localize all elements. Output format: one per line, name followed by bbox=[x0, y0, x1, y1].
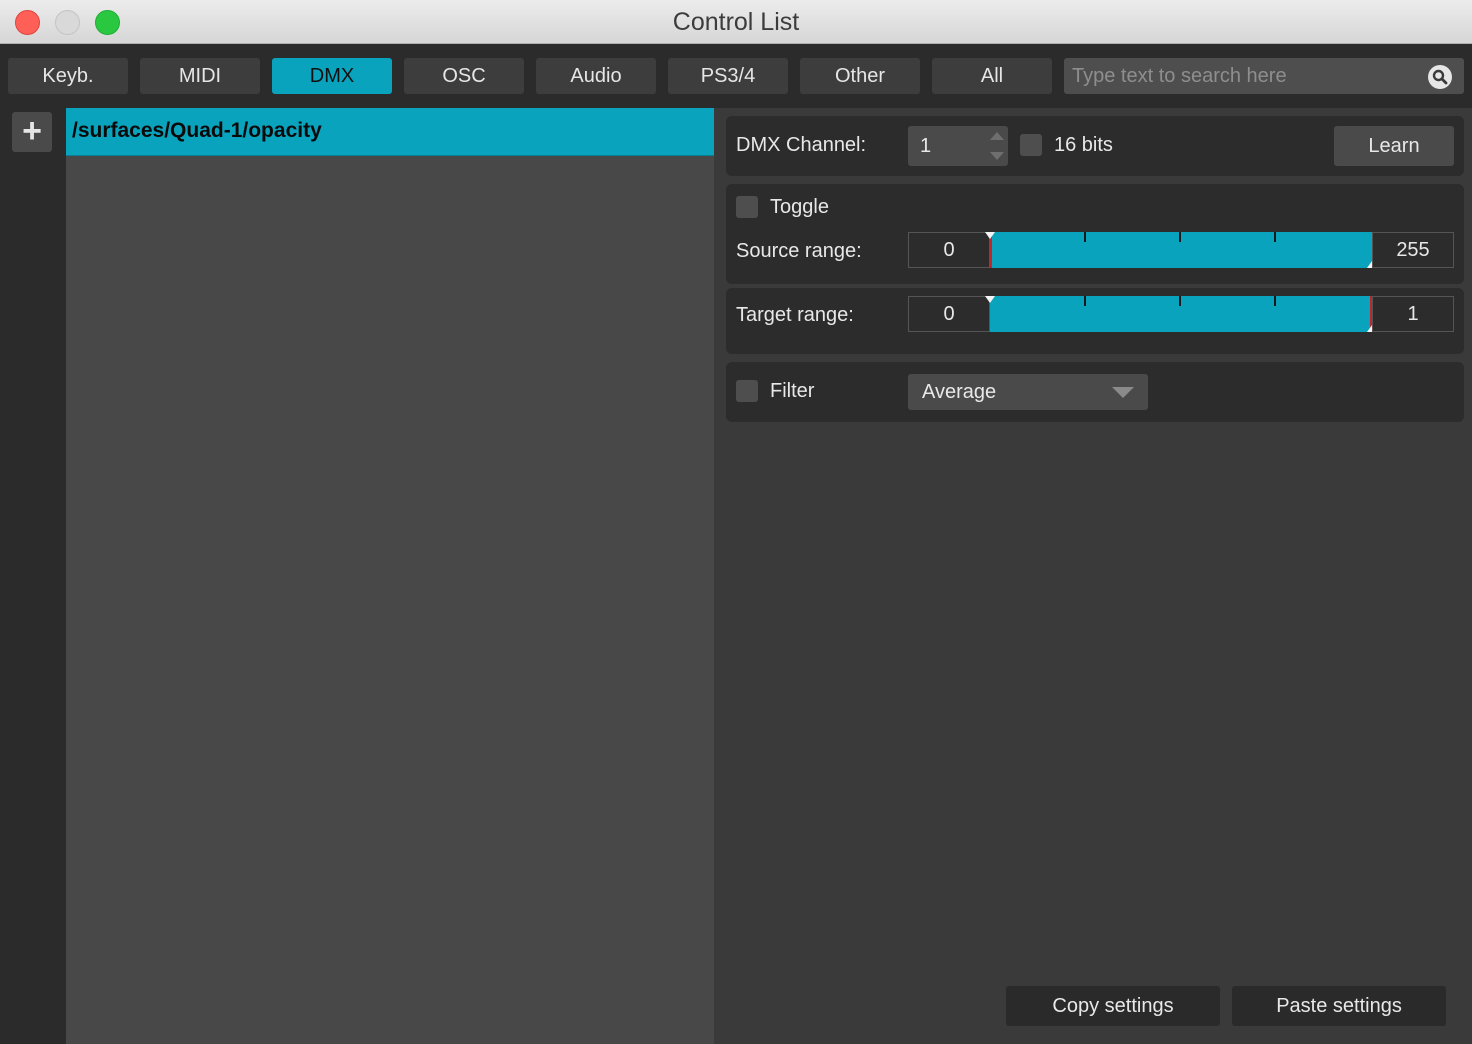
target-range-min[interactable]: 0 bbox=[908, 296, 990, 332]
filter-checkbox[interactable] bbox=[736, 380, 758, 402]
target-range-max[interactable]: 1 bbox=[1372, 296, 1454, 332]
search-input[interactable] bbox=[1064, 58, 1424, 94]
dmx-channel-label: DMX Channel: bbox=[736, 134, 867, 156]
add-control-button[interactable]: + bbox=[12, 112, 52, 152]
source-range-max[interactable]: 255 bbox=[1372, 232, 1454, 268]
chevron-down-icon[interactable] bbox=[990, 152, 1004, 160]
sixteen-bits-checkbox[interactable] bbox=[1020, 134, 1042, 156]
tab-other[interactable]: Other bbox=[800, 58, 920, 94]
target-range-min-handle[interactable] bbox=[985, 296, 995, 303]
settings-panel: DMX Channel: 1 16 bits Learn Toggle Sour… bbox=[714, 108, 1472, 1044]
copy-settings-button[interactable]: Copy settings bbox=[1006, 986, 1220, 1026]
dmx-channel-value[interactable]: 1 bbox=[920, 126, 931, 166]
chevron-down-icon bbox=[1112, 387, 1134, 398]
toggle-label: Toggle bbox=[770, 196, 829, 218]
source-range-min[interactable]: 0 bbox=[908, 232, 990, 268]
target-group: Target range: 0 1 bbox=[726, 288, 1464, 354]
dmx-channel-stepper[interactable]: 1 bbox=[908, 126, 1008, 166]
dmx-channel-group: DMX Channel: 1 16 bits Learn bbox=[726, 116, 1464, 176]
search-icon[interactable] bbox=[1428, 65, 1452, 89]
toggle-checkbox[interactable] bbox=[736, 196, 758, 218]
filter-selected-value: Average bbox=[922, 381, 997, 403]
source-range-label: Source range: bbox=[736, 240, 862, 262]
tab-audio[interactable]: Audio bbox=[536, 58, 656, 94]
filter-group: Filter Average bbox=[726, 362, 1464, 422]
filter-label: Filter bbox=[770, 380, 815, 402]
left-toolbar: + bbox=[0, 108, 66, 1044]
tab-dmx[interactable]: DMX bbox=[272, 58, 392, 94]
paste-settings-button[interactable]: Paste settings bbox=[1232, 986, 1446, 1026]
sixteen-bits-label: 16 bits bbox=[1054, 134, 1113, 156]
search-box bbox=[1064, 58, 1464, 94]
list-item[interactable]: /surfaces/Quad-1/opacity bbox=[66, 108, 714, 156]
source-range-slider[interactable]: 0 255 bbox=[908, 232, 1454, 268]
filter-select[interactable]: Average bbox=[908, 374, 1148, 410]
tab-osc[interactable]: OSC bbox=[404, 58, 524, 94]
tab-midi[interactable]: MIDI bbox=[140, 58, 260, 94]
target-range-slider[interactable]: 0 1 bbox=[908, 296, 1454, 332]
title-bar: Control List bbox=[0, 0, 1472, 44]
chevron-up-icon[interactable] bbox=[990, 132, 1004, 140]
window-title: Control List bbox=[672, 8, 800, 36]
source-range-bar[interactable] bbox=[990, 232, 1372, 268]
tab-ps34[interactable]: PS3/4 bbox=[668, 58, 788, 94]
tab-bar: Keyb. MIDI DMX OSC Audio PS3/4 Other All bbox=[0, 44, 1472, 108]
tab-all[interactable]: All bbox=[932, 58, 1052, 94]
target-range-label: Target range: bbox=[736, 304, 854, 326]
source-group: Toggle Source range: 0 255 bbox=[726, 184, 1464, 284]
target-range-bar[interactable] bbox=[990, 296, 1372, 332]
source-range-min-handle[interactable] bbox=[985, 232, 995, 239]
control-list: /surfaces/Quad-1/opacity bbox=[66, 108, 714, 1044]
learn-button[interactable]: Learn bbox=[1334, 126, 1454, 166]
plus-icon: + bbox=[22, 112, 42, 150]
tab-keyb[interactable]: Keyb. bbox=[8, 58, 128, 94]
